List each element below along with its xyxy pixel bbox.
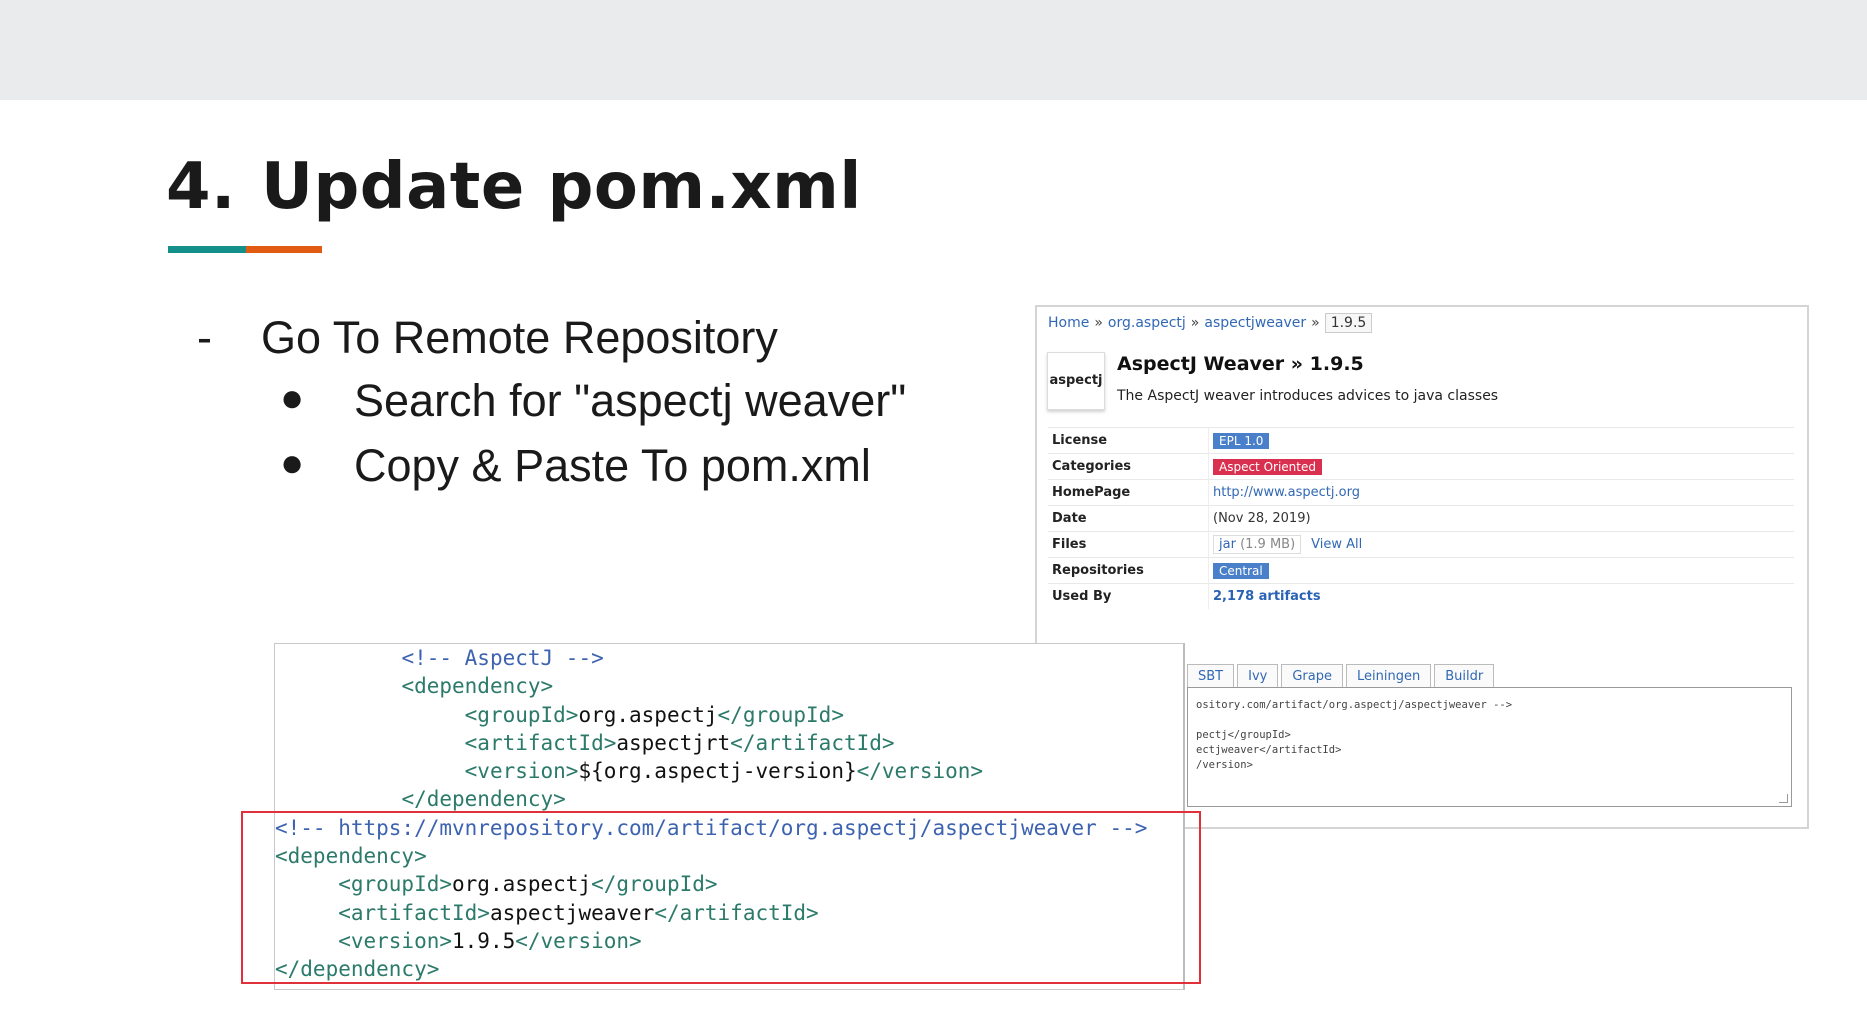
artifact-title: AspectJ Weaver » 1.9.5 (1117, 353, 1364, 375)
info-key: License (1048, 427, 1209, 454)
snippet-line: ository.com/artifact/org.aspectj/aspectj… (1196, 699, 1513, 711)
jar-size: (1.9 MB) (1240, 537, 1296, 552)
bullet-dot: ● (280, 376, 305, 420)
slide-top-band (0, 0, 1867, 100)
title-underline-teal (168, 246, 246, 253)
info-key: HomePage (1048, 479, 1209, 506)
tab-leiningen[interactable]: Leiningen (1346, 664, 1432, 687)
jar-download-link[interactable]: jar (1.9 MB) (1213, 535, 1302, 554)
breadcrumb-separator: » (1311, 315, 1320, 331)
info-key: Repositories (1048, 557, 1209, 584)
code-tag: <groupId> (464, 702, 579, 727)
info-value: Central (1208, 557, 1794, 584)
breadcrumb-group[interactable]: org.aspectj (1108, 315, 1186, 331)
info-value: http://www.aspectj.org (1208, 479, 1794, 506)
info-key: Categories (1048, 453, 1209, 480)
code-value: org.aspectj (578, 702, 718, 727)
aspectj-logo: aspectj (1047, 352, 1105, 410)
code-tag: <artifactId> (464, 730, 617, 755)
used-by-link[interactable]: 2,178 artifacts (1213, 589, 1321, 604)
snippet-line: /version> (1196, 759, 1253, 771)
code-tag: <version> (464, 759, 579, 784)
table-row: Repositories Central (1048, 557, 1794, 584)
category-badge[interactable]: Aspect Oriented (1213, 458, 1322, 475)
breadcrumb-home[interactable]: Home (1048, 315, 1089, 331)
code-tag: </groupId> (717, 702, 844, 727)
homepage-link[interactable]: http://www.aspectj.org (1213, 485, 1360, 500)
repository-badge[interactable]: Central (1213, 562, 1269, 579)
table-row: Used By 2,178 artifacts (1048, 583, 1794, 609)
breadcrumb-separator: » (1190, 315, 1200, 331)
snippet-line: ectjweaver</artifactId> (1196, 744, 1342, 756)
dependency-snippet-textarea[interactable]: ository.com/artifact/org.aspectj/aspectj… (1187, 687, 1792, 807)
tab-sbt[interactable]: SBT (1187, 664, 1235, 687)
table-row: License EPL 1.0 (1048, 427, 1794, 454)
tab-ivy[interactable]: Ivy (1237, 664, 1279, 687)
table-row: Date (Nov 28, 2019) (1048, 505, 1794, 532)
slide-title: 4. Update pom.xml (166, 150, 862, 224)
resize-handle-icon[interactable] (1779, 794, 1788, 803)
table-row: Files jar (1.9 MB) View All (1048, 531, 1794, 558)
breadcrumb-separator: » (1094, 315, 1103, 331)
release-date: (Nov 28, 2019) (1208, 505, 1794, 532)
breadcrumb-version: 1.9.5 (1324, 313, 1373, 333)
code-tag: <dependency> (401, 674, 554, 699)
code-tag: </version> (856, 759, 984, 784)
bullet-search: Search for "aspectj weaver" (354, 375, 907, 426)
view-all-link[interactable]: View All (1311, 537, 1362, 552)
slide-title-text: Update pom.xml (261, 150, 862, 224)
info-key: Files (1048, 531, 1209, 558)
slide-number: 4. (166, 150, 236, 224)
build-tool-tabs: SBT Ivy Grape Leiningen Buildr (1187, 664, 1497, 687)
bullet-dash: - (197, 312, 212, 363)
artifact-description: The AspectJ weaver introduces advices to… (1117, 388, 1499, 404)
code-tag: </artifactId> (730, 730, 895, 755)
bullet-main: Go To Remote Repository (261, 312, 778, 363)
info-value: EPL 1.0 (1208, 427, 1794, 454)
code-value: aspectjrt (616, 730, 731, 755)
info-key: Date (1048, 505, 1209, 532)
table-row: Categories Aspect Oriented (1048, 453, 1794, 480)
table-row: HomePage http://www.aspectj.org (1048, 479, 1794, 506)
highlight-box (241, 811, 1201, 984)
info-value: 2,178 artifacts (1208, 583, 1794, 609)
info-value: Aspect Oriented (1208, 453, 1794, 480)
bullet-copy-paste: Copy & Paste To pom.xml (354, 440, 871, 491)
snippet-line: pectj</groupId> (1196, 729, 1291, 741)
info-key: Used By (1048, 583, 1209, 609)
breadcrumb: Home» org.aspectj» aspectjweaver» 1.9.5 (1048, 313, 1373, 333)
tab-buildr[interactable]: Buildr (1434, 664, 1495, 687)
title-underline-orange (246, 246, 322, 253)
code-comment: <!-- AspectJ --> (401, 646, 604, 670)
license-badge[interactable]: EPL 1.0 (1213, 432, 1270, 449)
artifact-info-table: License EPL 1.0 Categories Aspect Orient… (1048, 427, 1794, 609)
tab-grape[interactable]: Grape (1281, 664, 1343, 687)
breadcrumb-artifact[interactable]: aspectjweaver (1204, 315, 1306, 331)
info-value: jar (1.9 MB) View All (1208, 531, 1794, 558)
jar-label: jar (1219, 537, 1236, 552)
code-value: ${org.aspectj-version} (578, 759, 857, 784)
bullet-dot: ● (280, 441, 305, 485)
code-tag: </dependency> (401, 787, 566, 812)
